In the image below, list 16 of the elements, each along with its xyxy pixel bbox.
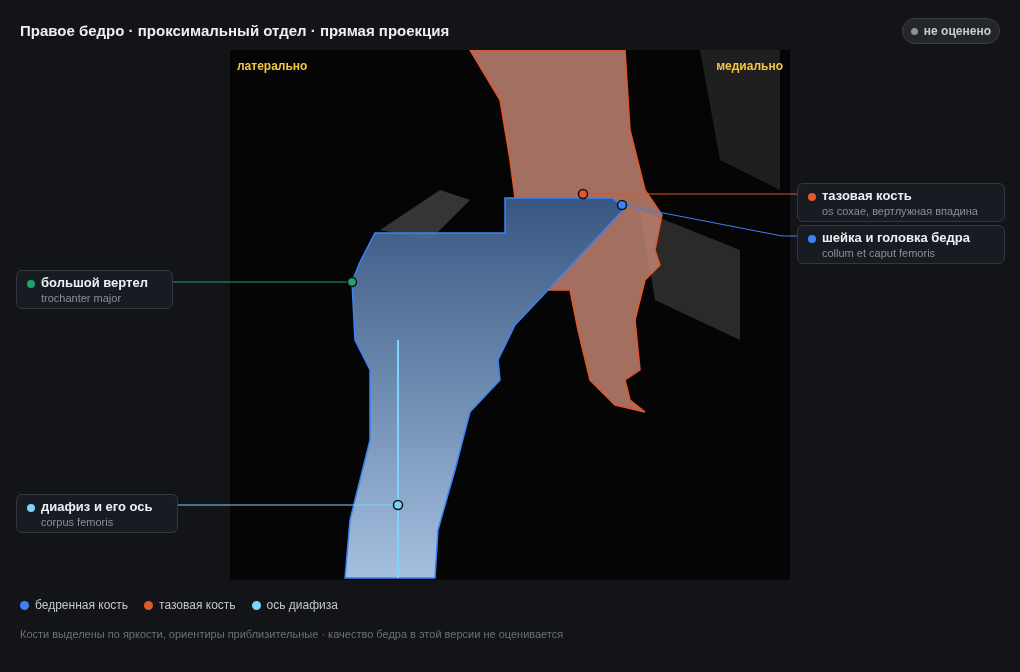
landmark-latin-name: corpus femoris [41,516,115,529]
page-title: Правое бедро · проксимальный отдел · прямая проекция [20,20,450,41]
landmark-latin-name: os coxae, вертлужная впадина [822,205,978,218]
landmark-latin-name: trochanter major [41,292,123,305]
status-label: не оценено [923,23,991,40]
landmark-name: большой вертел [41,274,148,292]
legend-label: бедренная кость [35,597,129,614]
landmark-name: тазовая кость [822,187,913,205]
footnote: Кости выделены по яркости, ориентиры приблизительные · качество бедра в этой версии не оценивается [19,627,565,642]
landmark-name: диафиз и его ось [41,498,153,516]
legend-label: ось диафиза [266,597,338,614]
landmark-name: шейка и головка бедра [822,229,970,247]
orientation-label: медиально [716,58,783,75]
legend-label: тазовая кость [159,597,236,614]
orientation-label: латерально [237,58,308,75]
landmark-latin-name: collum et caput femoris [822,247,937,260]
